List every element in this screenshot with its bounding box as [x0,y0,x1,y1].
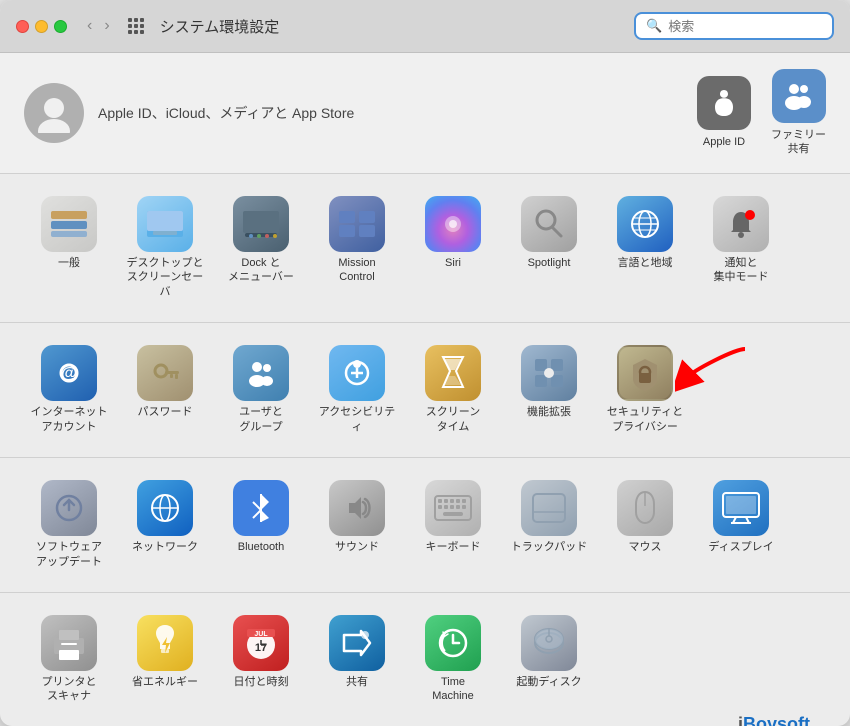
icon-network[interactable]: ネットワーク [120,474,210,561]
section-1-grid: 一般 デスクトップとスクリーンセーバ [24,190,826,307]
dock-label: Dock とメニューバー [228,256,294,286]
icon-spotlight[interactable]: Spotlight [504,190,594,277]
mission-label: MissionControl [338,256,375,286]
traffic-lights [16,20,67,33]
language-label: 言語と地域 [618,256,673,271]
screentime-label: スクリーンタイム [426,405,480,435]
svg-text:JUL: JUL [254,631,268,638]
apple-id-shortcut[interactable]: Apple ID [697,76,751,149]
users-label: ユーザとグループ [239,405,283,435]
red-arrow [675,339,755,399]
icon-password[interactable]: パスワード [120,339,210,426]
energy-label: 省エネルギー [132,675,198,690]
forward-button[interactable]: › [100,15,113,37]
icon-general[interactable]: 一般 [24,190,114,277]
icon-printer[interactable]: プリンタとスキャナ [24,609,114,711]
mouse-label: マウス [629,540,662,555]
profile-left: Apple ID、iCloud、メディアと App Store [24,83,354,143]
sharing-label: 共有 [346,675,368,690]
icon-mouse[interactable]: マウス [600,474,690,561]
siri-label: Siri [445,256,461,271]
icon-notification[interactable]: 通知と集中モード [696,190,786,292]
extensions-label: 機能拡張 [527,405,571,420]
icon-accessibility[interactable]: アクセシビリティ [312,339,402,441]
icon-language[interactable]: 言語と地域 [600,190,690,277]
general-label: 一般 [58,256,80,271]
section-4: プリンタとスキャナ 省エネルギー [0,593,850,726]
grid-icon[interactable] [128,18,144,34]
datetime-label: 日付と時刻 [234,675,289,690]
icon-software-update[interactable]: ソフトウェアアップデート [24,474,114,576]
icon-internet[interactable]: @ インターネットアカウント [24,339,114,441]
section-4-grid: プリンタとスキャナ 省エネルギー [24,609,826,711]
accessibility-label: アクセシビリティ [316,405,398,435]
svg-text:@: @ [61,365,77,382]
icon-display[interactable]: ディスプレイ [696,474,786,561]
desktop-label: デスクトップとスクリーンセーバ [124,256,206,301]
system-preferences-window: ‹ › システム環境設定 🔍 [0,0,850,726]
content-area: Apple ID、iCloud、メディアと App Store Apple ID [0,53,850,726]
icon-energy[interactable]: 省エネルギー [120,609,210,696]
startup-disk-label: 起動ディスク [516,675,581,690]
icon-sound[interactable]: サウンド [312,474,402,561]
profile-description[interactable]: Apple ID、iCloud、メディアと App Store [98,103,354,123]
timemachine-label: TimeMachine [432,675,474,705]
nav-buttons: ‹ › [83,15,114,37]
icon-bluetooth[interactable]: Bluetooth [216,474,306,561]
internet-label: インターネットアカウント [31,405,108,435]
icon-sharing[interactable]: 共有 [312,609,402,696]
search-input[interactable] [668,19,828,34]
icon-trackpad[interactable]: トラックパッド [504,474,594,561]
notification-label: 通知と集中モード [714,256,769,286]
window-title: システム環境設定 [160,16,624,37]
icon-screentime[interactable]: スクリーンタイム [408,339,498,441]
close-button[interactable] [16,20,29,33]
printer-label: プリンタとスキャナ [42,675,97,705]
family-sharing-icon [772,69,826,123]
icon-keyboard[interactable]: キーボード [408,474,498,561]
trackpad-label: トラックパッド [511,540,587,555]
spotlight-label: Spotlight [528,256,571,271]
display-label: ディスプレイ [708,540,773,555]
icon-mission[interactable]: MissionControl [312,190,402,292]
icon-extensions[interactable]: 機能拡張 [504,339,594,426]
section-1: 一般 デスクトップとスクリーンセーバ [0,174,850,324]
apple-id-label: Apple ID [703,135,745,149]
profile-section: Apple ID、iCloud、メディアと App Store Apple ID [0,53,850,174]
apple-id-icon [697,76,751,130]
bluetooth-label: Bluetooth [238,540,284,555]
sound-label: サウンド [335,540,379,555]
family-sharing-label: ファミリー共有 [771,128,826,157]
icon-desktop[interactable]: デスクトップとスクリーンセーバ [120,190,210,307]
icon-dock[interactable]: Dock とメニューバー [216,190,306,292]
icon-siri[interactable]: Siri [408,190,498,277]
section-3: ソフトウェアアップデート ネットワーク [0,458,850,593]
search-bar[interactable]: 🔍 [634,12,834,40]
security-label: セキュリティとプライバシー [607,405,683,435]
search-icon: 🔍 [646,18,662,34]
section-3-grid: ソフトウェアアップデート ネットワーク [24,474,826,576]
keyboard-label: キーボード [426,540,481,555]
back-button[interactable]: ‹ [83,15,96,37]
fullscreen-button[interactable] [54,20,67,33]
software-update-label: ソフトウェアアップデート [36,540,102,570]
titlebar: ‹ › システム環境設定 🔍 [0,0,850,53]
minimize-button[interactable] [35,20,48,33]
section-2: @ インターネットアカウント パスワード [0,323,850,458]
family-sharing-shortcut[interactable]: ファミリー共有 [771,69,826,157]
section-2-grid: @ インターネットアカウント パスワード [24,339,826,441]
icon-startup-disk[interactable]: 起動ディスク [504,609,594,696]
icon-timemachine[interactable]: TimeMachine [408,609,498,711]
watermark: iBoysoft [24,710,826,726]
password-label: パスワード [138,405,193,420]
icon-datetime[interactable]: JUL 17 日付と時刻 [216,609,306,696]
avatar[interactable] [24,83,84,143]
watermark-boysoft: Boysoft [743,714,810,726]
profile-right: Apple ID ファミリー共有 [697,69,826,157]
avatar-icon [34,93,74,133]
network-label: ネットワーク [132,540,198,555]
icon-security[interactable]: セキュリティとプライバシー [600,339,690,441]
icon-users[interactable]: ユーザとグループ [216,339,306,441]
